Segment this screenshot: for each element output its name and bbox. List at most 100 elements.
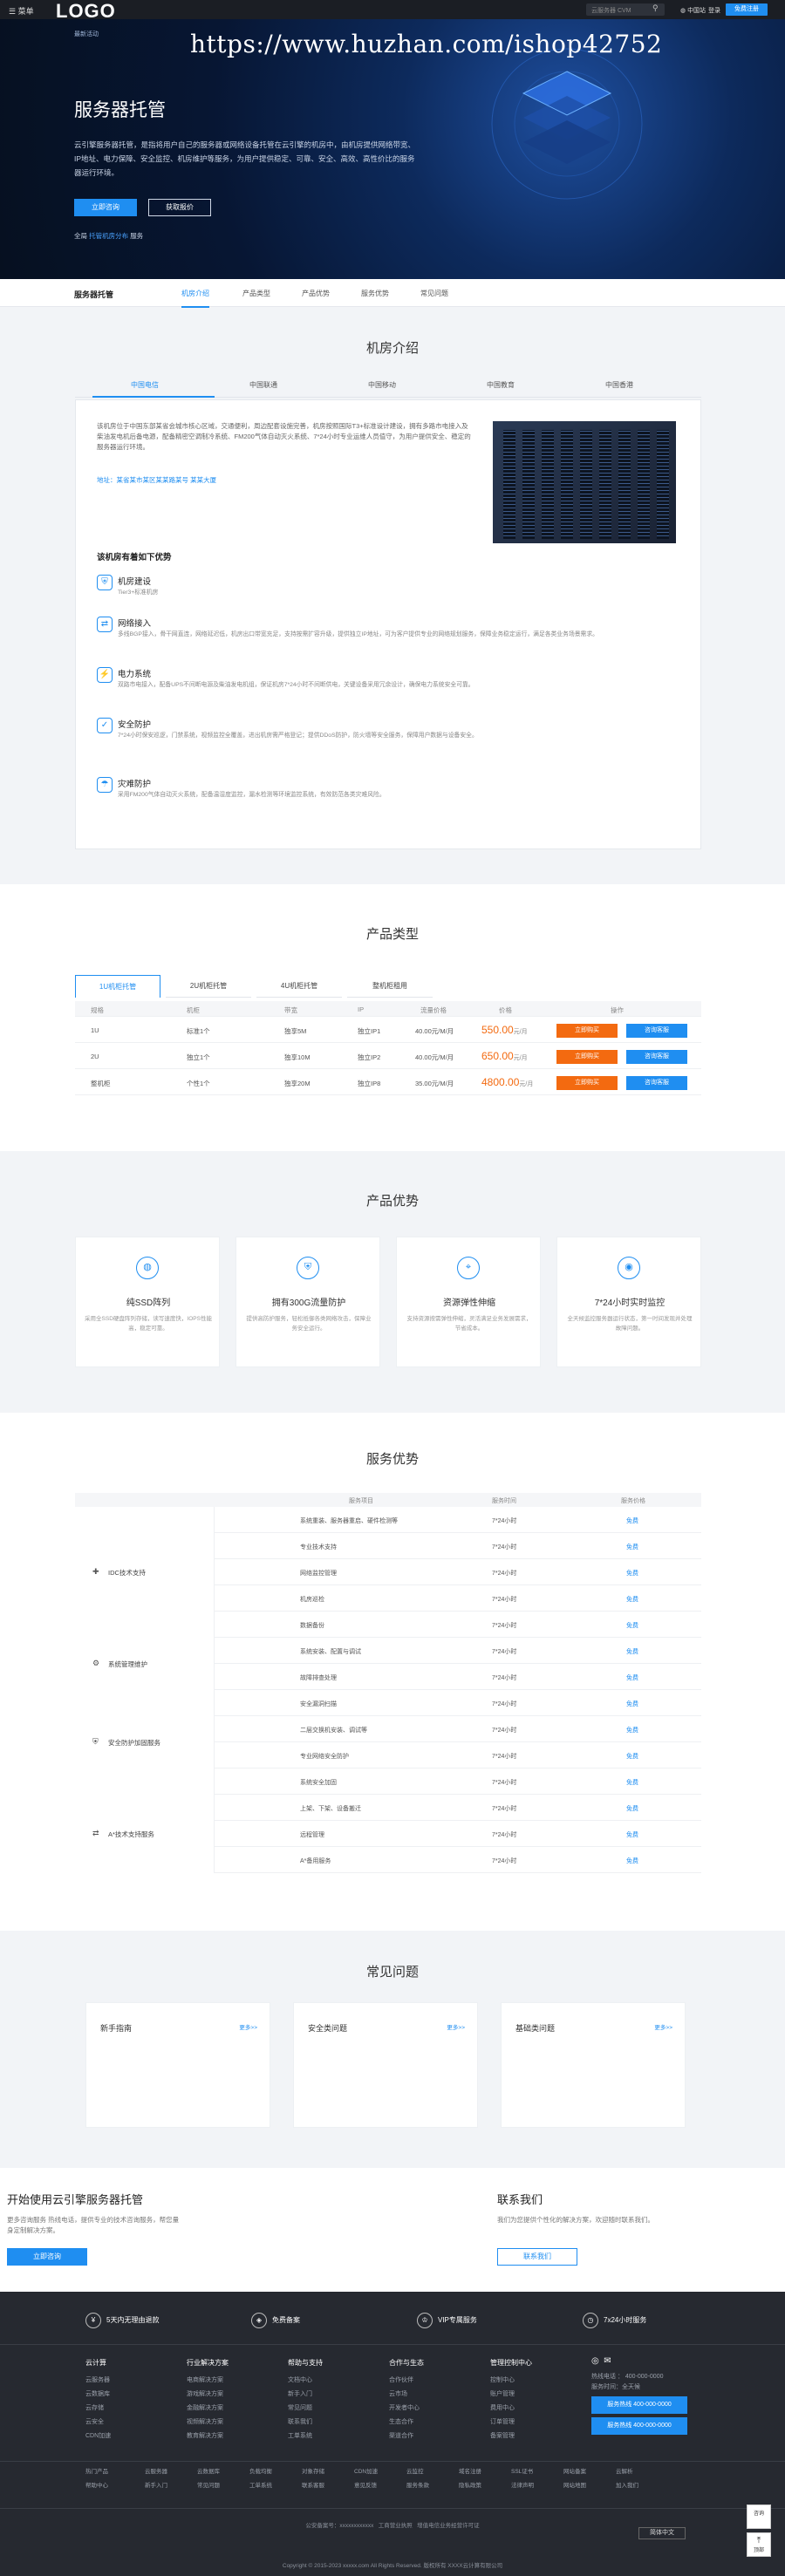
service-item: 远程管理 [300,1832,324,1838]
footer-help-link[interactable]: 隐私政策 [459,2480,481,2489]
feature-title: 灾难防护 [118,780,152,789]
promo-vip: ♔ VIP专属服务 [417,2313,477,2328]
datacenter-link[interactable]: 托管机房分布 [89,232,128,240]
consult-button[interactable]: 咨询客服 [626,1024,687,1038]
menu-icon: ☰ [9,7,18,16]
tab-1u[interactable]: 1U机柜托管 [75,975,160,998]
footer-product-link[interactable]: 网站备案 [563,2466,586,2475]
footer-link[interactable]: 云安全 [85,2416,111,2429]
footer-help-link[interactable]: 常见问题 [197,2480,220,2489]
footer-link[interactable]: 联系我们 [288,2416,323,2429]
footer-product-link[interactable]: SSL证书 [511,2466,533,2475]
tab-telecom[interactable]: 中国电信 [131,380,159,390]
footer-link[interactable]: 云存储 [85,2402,111,2416]
footer-help-link[interactable]: 联系客服 [302,2480,324,2489]
footer-link[interactable]: 生态合作 [389,2416,424,2429]
footer-help-link[interactable]: 加入我们 [616,2480,638,2489]
monitor-icon: ◉ [618,1257,640,1279]
footer-product-link[interactable]: 云监控 [406,2466,424,2475]
footer-link[interactable]: 游戏解决方案 [187,2388,229,2402]
consult-button[interactable]: 咨询客服 [626,1076,687,1090]
subnav-item-faq[interactable]: 常见问题 [420,289,448,298]
footer-link[interactable]: 订单管理 [490,2416,532,2429]
footer-help-link[interactable]: 法律声明 [511,2480,534,2489]
footer-link[interactable]: 金融解决方案 [187,2402,229,2416]
tab-mobile[interactable]: 中国移动 [368,380,396,390]
subnav-item-service[interactable]: 服务优势 [361,289,389,298]
advantage-desc: 全天候监控服务器运行状态，第一时间发现并处理故障问题。 [567,1316,693,1332]
menu-button[interactable]: ☰ 菜单 [9,5,34,17]
buy-button[interactable]: 立即购买 [556,1024,618,1038]
service-price: 免费 [626,1780,638,1786]
idc-card: 该机房位于中国东部某省会城市核心区域，交通便利，周边配套设施完善，机房按照国际T… [75,399,701,849]
hero-tag[interactable]: 最新活动 [74,30,99,38]
faq-more-link[interactable]: 更多>> [654,2022,672,2031]
tab-unicom[interactable]: 中国联通 [249,380,277,390]
footer-help-link[interactable]: 新手入门 [145,2480,167,2489]
footer-link[interactable]: 视频解决方案 [187,2416,229,2429]
footer-product-link[interactable]: 云解析 [616,2466,633,2475]
footer-link[interactable]: 云市场 [389,2388,424,2402]
footer-help-link[interactable]: 工单系统 [249,2480,272,2489]
consult-button[interactable]: 立即咨询 [74,199,137,216]
hotline-box[interactable]: 服务热线 400-000-0000 [591,2396,687,2414]
tab-full-cabinet[interactable]: 整机柜租用 [347,975,433,998]
footer-link[interactable]: 费用中心 [490,2402,532,2416]
login-link[interactable]: 登录 [708,6,720,15]
search-icon[interactable]: ⚲ [652,3,659,13]
back-to-top-button[interactable]: ⤒ 顶部 [747,2532,771,2557]
buy-button[interactable]: 立即购买 [556,1076,618,1090]
footer-link[interactable]: 工单系统 [288,2429,323,2443]
faq-more-link[interactable]: 更多>> [447,2022,465,2031]
subnav-item-products[interactable]: 产品类型 [242,289,270,298]
footer-link[interactable]: 云数据库 [85,2388,111,2402]
tab-hongkong[interactable]: 中国香港 [605,380,633,390]
footer-product-link[interactable]: 云数据库 [197,2466,220,2475]
subnav-item-advantages[interactable]: 产品优势 [302,289,330,298]
service-item: 网络监控管理 [300,1571,337,1577]
footer-link[interactable]: 备案管理 [490,2429,532,2443]
subnav-item-idc[interactable]: 机房介绍 [181,289,209,308]
idc-address-link[interactable]: 地址：某省某市某区某某路某号 某某大厦 [97,475,216,485]
footer-link[interactable]: 教育解决方案 [187,2429,229,2443]
tab-education[interactable]: 中国教育 [487,380,515,390]
footer-link[interactable]: 云服务器 [85,2374,111,2388]
hotline-box[interactable]: 服务热线 400-000-0000 [591,2417,687,2435]
region-selector[interactable]: ◍ 中国站 [680,6,706,15]
consult-button[interactable]: 咨询客服 [626,1050,687,1064]
footer-link[interactable]: 常见问题 [288,2402,323,2416]
float-consult-button[interactable]: 咨询 [747,2504,771,2529]
footer-product-link[interactable]: 对象存储 [302,2466,324,2475]
footer-link[interactable]: 文档中心 [288,2374,323,2388]
footer-help-link[interactable]: 网站地图 [563,2480,586,2489]
footer-product-link[interactable]: CDN加速 [354,2466,378,2475]
service-price: 免费 [626,1518,638,1524]
cta-desc: 更多咨询服务 热线电话，提供专业的技术咨询服务，帮您量身定制解决方案。 [7,2216,180,2234]
footer-help-link[interactable]: 服务条款 [406,2480,429,2489]
footer-link[interactable]: 新手入门 [288,2388,323,2402]
tab-4u[interactable]: 4U机柜托管 [256,975,342,998]
wechat-icon[interactable]: ◎ [591,2356,599,2366]
footer-link[interactable]: 账户管理 [490,2388,532,2402]
tab-2u[interactable]: 2U机柜托管 [166,975,251,998]
security-icon: ✓ [97,718,113,733]
faq-more-link[interactable]: 更多>> [239,2022,257,2031]
contact-button[interactable]: 联系我们 [497,2248,577,2266]
start-consult-button[interactable]: 立即咨询 [7,2248,87,2266]
footer-help-link[interactable]: 意见反馈 [354,2480,377,2489]
footer-product-link[interactable]: 负载均衡 [249,2466,272,2475]
weibo-icon[interactable]: ✉ [604,2356,611,2366]
register-button[interactable]: 免费注册 [726,3,768,16]
footer-link[interactable]: 控制中心 [490,2374,532,2388]
footer-link[interactable]: 开发者中心 [389,2402,424,2416]
quote-button[interactable]: 获取报价 [148,199,211,216]
footer-link[interactable]: 电商解决方案 [187,2374,229,2388]
footer-product-link[interactable]: 云服务器 [145,2466,167,2475]
footer-product-link[interactable]: 域名注册 [459,2466,481,2475]
footer-link[interactable]: CDN加速 [85,2429,111,2443]
footer-link[interactable]: 合作伙伴 [389,2374,424,2388]
buy-button[interactable]: 立即购买 [556,1050,618,1064]
footer-link[interactable]: 渠道合作 [389,2429,424,2443]
language-selector[interactable]: 简体中文 [638,2527,686,2539]
shield-icon: ⛨ [297,1257,319,1279]
